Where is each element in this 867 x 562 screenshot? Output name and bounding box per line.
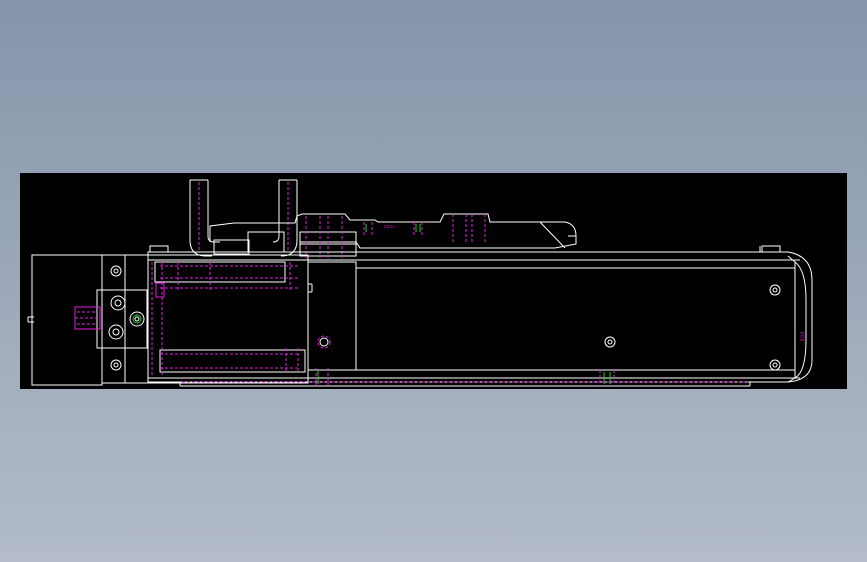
cad-viewport[interactable]: ▭▭▭ ▯▯▯ [20,173,847,389]
carriage-plate: ▭▭▭ [209,213,577,258]
cylinder-assembly [147,254,357,384]
pneumatic-tubes [189,179,298,257]
coupling-bolts [108,265,145,371]
rail-body: ▯▯▯ [147,245,813,387]
top-plate-mark: ▭▭▭ [384,223,395,230]
cad-drawing: ▭▭▭ ▯▯▯ [27,179,813,387]
end-cap-mark: ▯▯▯ [799,331,806,342]
motor-housing [27,254,103,386]
lower-brackets [315,368,615,386]
